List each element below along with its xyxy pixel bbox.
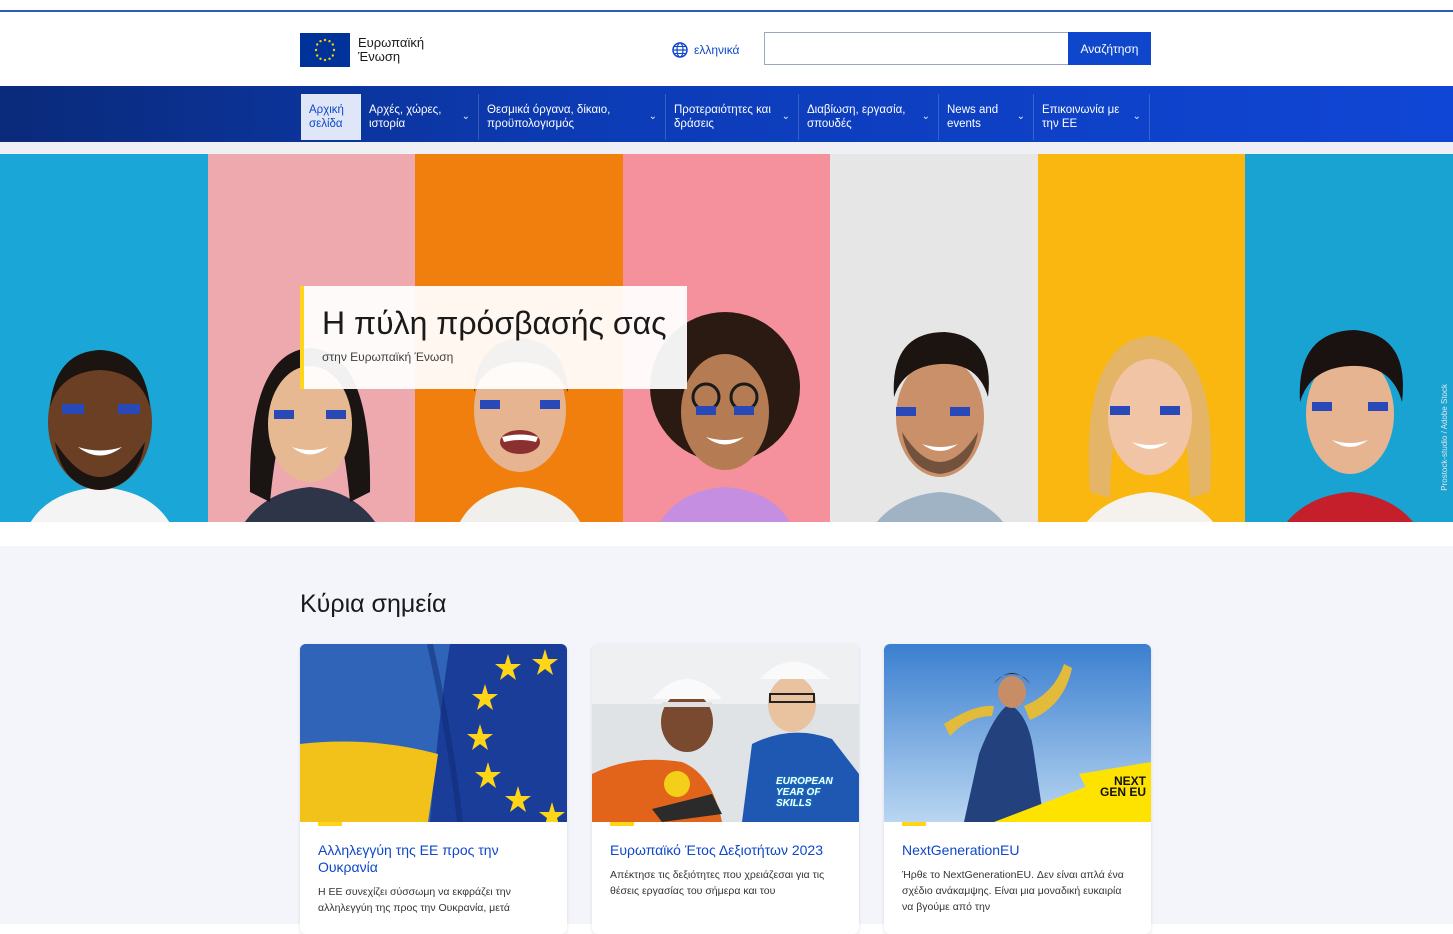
main-navigation: Αρχική σελίδα Αρχές, χώρες, ιστορία ⌄ Θε… [0,86,1453,142]
highlight-card-skills[interactable]: EUROPEAN YEAR OF SKILLS Ευρωπαϊκό Έτος Δ… [592,644,859,934]
site-header: Ευρωπαϊκή Ένωση ελληνικά Αναζήτηση [0,12,1453,86]
nav-item-contact[interactable]: Επικοινωνία με την ΕΕ ⌄ [1034,94,1150,140]
chevron-down-icon: ⌄ [921,111,930,122]
hero-title: Η πύλη πρόσβασής σας [322,305,667,341]
card-accent-bar [318,822,342,826]
eu-logo-link[interactable]: Ευρωπαϊκή Ένωση [300,33,448,67]
chevron-down-icon: ⌄ [781,111,790,122]
nav-item-label: Επικοινωνία με την ΕΕ [1042,104,1120,130]
search-button[interactable]: Αναζήτηση [1068,32,1151,65]
skills-year-image: EUROPEAN YEAR OF SKILLS [592,644,859,822]
nav-item-label: News and events [947,104,999,130]
highlights-section: Κύρια σημεία Αλληλεγγύη της ΕΕ προς την … [0,522,1453,934]
hero-subtitle: στην Ευρωπαϊκή Ένωση [322,350,454,364]
nav-item-label: Θεσμικά όργανα, δίκαιο, προϋπολογισμός [487,104,611,130]
ukraine-flag-image [300,644,567,822]
card-title[interactable]: NextGenerationEU [902,842,1133,859]
highlight-card-ukraine[interactable]: Αλληλεγγύη της ΕΕ προς την Ουκρανία Η ΕΕ… [300,644,567,934]
nextgen-badge: NEXT GEN EU [1099,774,1146,799]
skills-badge: EUROPEAN YEAR OF SKILLS [776,776,833,809]
nav-item-label: Αρχική σελίδα [309,104,344,130]
card-accent-bar [902,822,926,826]
language-selector[interactable]: ελληνικά [672,42,739,58]
person-photo [876,332,1004,522]
card-description: Ήρθε το NextGenerationEU. Δεν είναι απλά… [902,869,1124,913]
nav-item-principles[interactable]: Αρχές, χώρες, ιστορία ⌄ [361,94,479,140]
hero-banner: Prostock-studio / Adobe Stock [0,154,1453,522]
card-description: Απέκτησε τις δεξιότητες που χρειάζεσαι γ… [610,869,825,897]
hero-title-card: Η πύλη πρόσβασής σας στην Ευρωπαϊκή Ένωσ… [300,286,687,389]
nav-item-institutions[interactable]: Θεσμικά όργανα, δίκαιο, προϋπολογισμός ⌄ [479,94,666,140]
section-spacer [0,522,1453,546]
chevron-down-icon: ⌄ [1132,111,1141,122]
logo-text: Ευρωπαϊκή Ένωση [358,35,425,64]
nav-item-priorities[interactable]: Προτεραιότητες και δράσεις ⌄ [666,94,799,140]
person-photo [30,350,170,522]
nav-item-home[interactable]: Αρχική σελίδα [301,94,361,140]
card-title[interactable]: Ευρωπαϊκό Έτος Δεξιοτήτων 2023 [610,842,841,859]
nav-item-label: Διαβίωση, εργασία, σπουδές [807,104,906,130]
card-accent-bar [610,822,634,826]
highlight-card-nextgen[interactable]: NEXT GEN EU NextGenerationEU Ήρθε το Nex… [884,644,1151,934]
section-title: Κύρια σημεία [300,590,447,618]
nav-menu: Αρχική σελίδα Αρχές, χώρες, ιστορία ⌄ Θε… [301,94,1150,140]
photo-credit: Prostock-studio / Adobe Stock [1440,384,1449,491]
person-photo [1086,336,1214,522]
card-title[interactable]: Αλληλεγγύη της ΕΕ προς την Ουκρανία [318,842,549,876]
person-photo [1286,330,1414,522]
eu-flag-icon [300,33,350,67]
nav-item-label: Αρχές, χώρες, ιστορία [369,104,442,130]
nextgen-image: NEXT GEN EU [884,644,1151,822]
globe-icon [672,42,688,58]
nav-item-living[interactable]: Διαβίωση, εργασία, σπουδές ⌄ [799,94,939,140]
card-description: Η ΕΕ συνεχίζει σύσσωμη να εκφράζει την α… [318,886,511,914]
nav-item-news[interactable]: News and events ⌄ [939,94,1034,140]
search-input[interactable] [764,32,1068,65]
chevron-down-icon: ⌄ [1016,111,1025,122]
chevron-down-icon: ⌄ [648,111,657,122]
language-label: ελληνικά [694,43,740,57]
nav-item-label: Προτεραιότητες και δράσεις [674,104,771,130]
nav-divider [0,142,1453,154]
chevron-down-icon: ⌄ [461,111,470,122]
